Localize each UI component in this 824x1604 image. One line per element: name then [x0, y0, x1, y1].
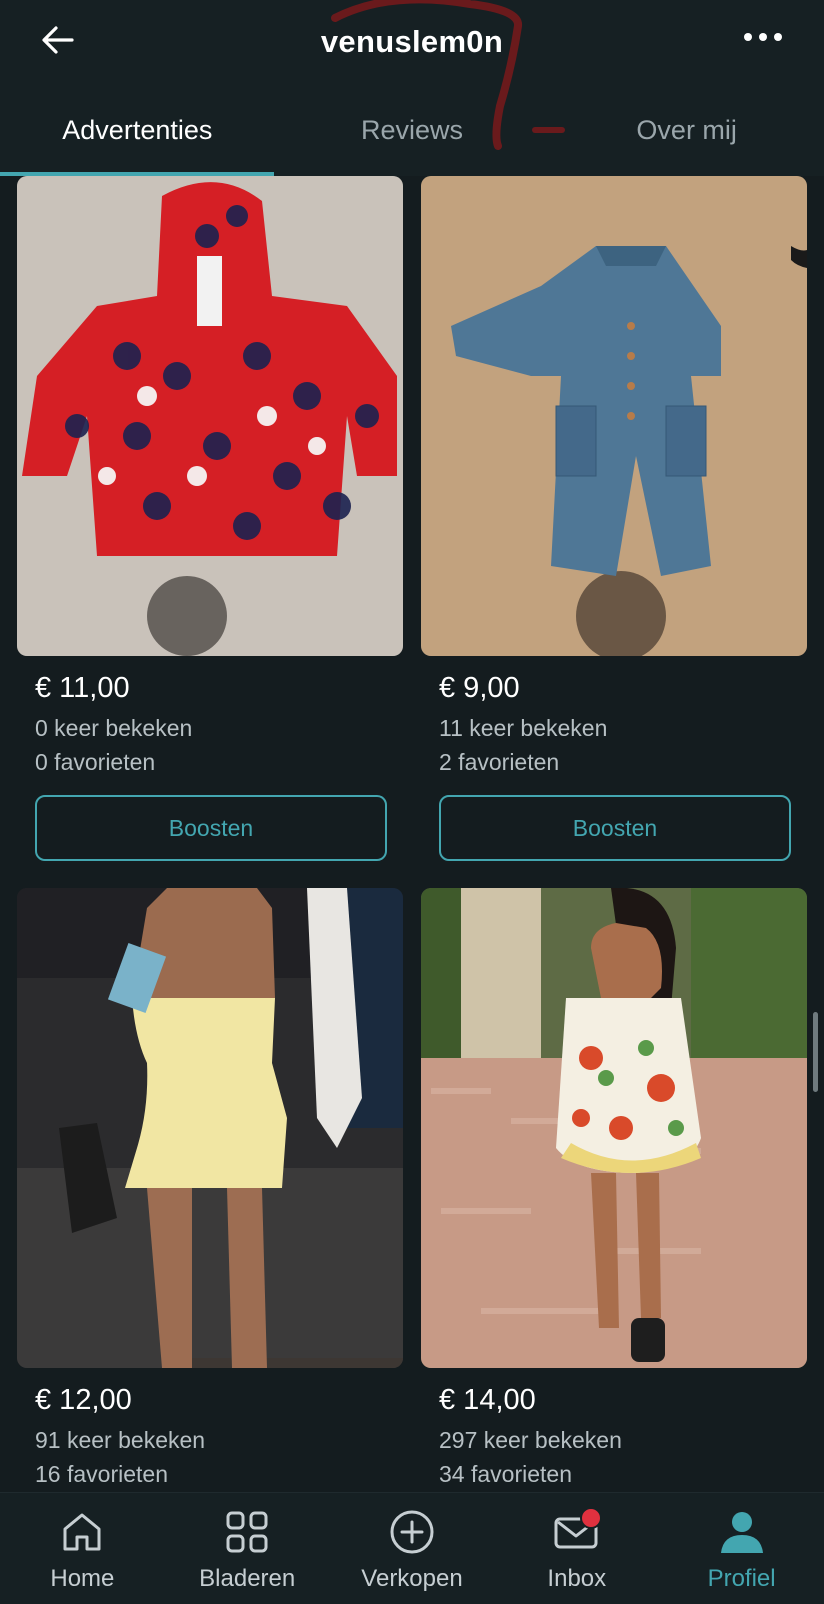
listing-grid: € 11,00 0 keer bekeken 0 favorieten Boos… [0, 176, 824, 1492]
listing-views: 0 keer bekeken [35, 715, 193, 741]
plus-circle-icon [387, 1507, 437, 1557]
nav-label: Inbox [547, 1565, 607, 1592]
listing-card[interactable]: € 9,00 11 keer bekeken 2 favorieten Boos… [421, 176, 807, 861]
profile-username: venuslem0n [320, 24, 504, 59]
listing-card[interactable]: € 12,00 91 keer bekeken 16 favorieten [17, 888, 403, 1491]
profile-icon [717, 1507, 767, 1557]
app: venuslem0n Advertenties Reviews Over mij [0, 0, 824, 1604]
notification-badge [579, 1507, 602, 1529]
listing-card[interactable]: € 14,00 297 keer bekeken 34 favorieten [421, 888, 807, 1491]
top-app-bar: venuslem0n [0, 0, 824, 84]
listing-price: € 11,00 [35, 672, 130, 704]
listing-photo-denim-jumpsuit[interactable] [421, 176, 807, 656]
listing-favorites: 34 favorieten [439, 1461, 572, 1487]
nav-label: Home [50, 1565, 115, 1592]
nav-label: Profiel [707, 1565, 776, 1592]
listing-views: 91 keer bekeken [35, 1427, 206, 1453]
listing-favorites: 0 favorieten [35, 749, 156, 775]
boost-button[interactable]: Boosten [439, 795, 791, 861]
profile-tabs: Advertenties Reviews Over mij [0, 84, 824, 176]
listing-views: 11 keer bekeken [439, 715, 608, 741]
nav-label: Bladeren [199, 1565, 296, 1592]
mail-icon [552, 1507, 602, 1557]
home-icon [57, 1507, 107, 1557]
bottom-navigation: Home Bladeren Verkopen Inbox Profiel [0, 1492, 824, 1604]
nav-verkopen[interactable]: Verkopen [330, 1493, 495, 1604]
listing-views: 297 keer bekeken [439, 1427, 622, 1453]
arrow-left-icon[interactable] [38, 20, 78, 60]
tab-reviews[interactable]: Reviews [275, 84, 550, 176]
listing-price: € 14,00 [439, 1384, 536, 1416]
more-dots-icon[interactable] [740, 22, 786, 52]
grid-icon [222, 1507, 272, 1557]
listing-favorites: 16 favorieten [35, 1461, 168, 1487]
tab-advertenties[interactable]: Advertenties [0, 84, 275, 176]
listing-photo-red-jacket[interactable] [17, 176, 403, 656]
nav-label: Verkopen [361, 1565, 463, 1592]
nav-home[interactable]: Home [0, 1493, 165, 1604]
nav-bladeren[interactable]: Bladeren [165, 1493, 330, 1604]
listing-photo-floral-dress[interactable] [421, 888, 807, 1368]
scrollbar[interactable] [813, 1012, 818, 1092]
nav-profiel[interactable]: Profiel [659, 1493, 824, 1604]
nav-inbox[interactable]: Inbox [494, 1493, 659, 1604]
listing-favorites: 2 favorieten [439, 749, 560, 775]
tab-over-mij[interactable]: Over mij [549, 84, 824, 176]
listing-price: € 9,00 [439, 672, 520, 704]
boost-button[interactable]: Boosten [35, 795, 387, 861]
listing-card[interactable]: € 11,00 0 keer bekeken 0 favorieten Boos… [17, 176, 403, 861]
listing-photo-yellow-dress[interactable] [17, 888, 403, 1368]
listing-price: € 12,00 [35, 1384, 132, 1416]
